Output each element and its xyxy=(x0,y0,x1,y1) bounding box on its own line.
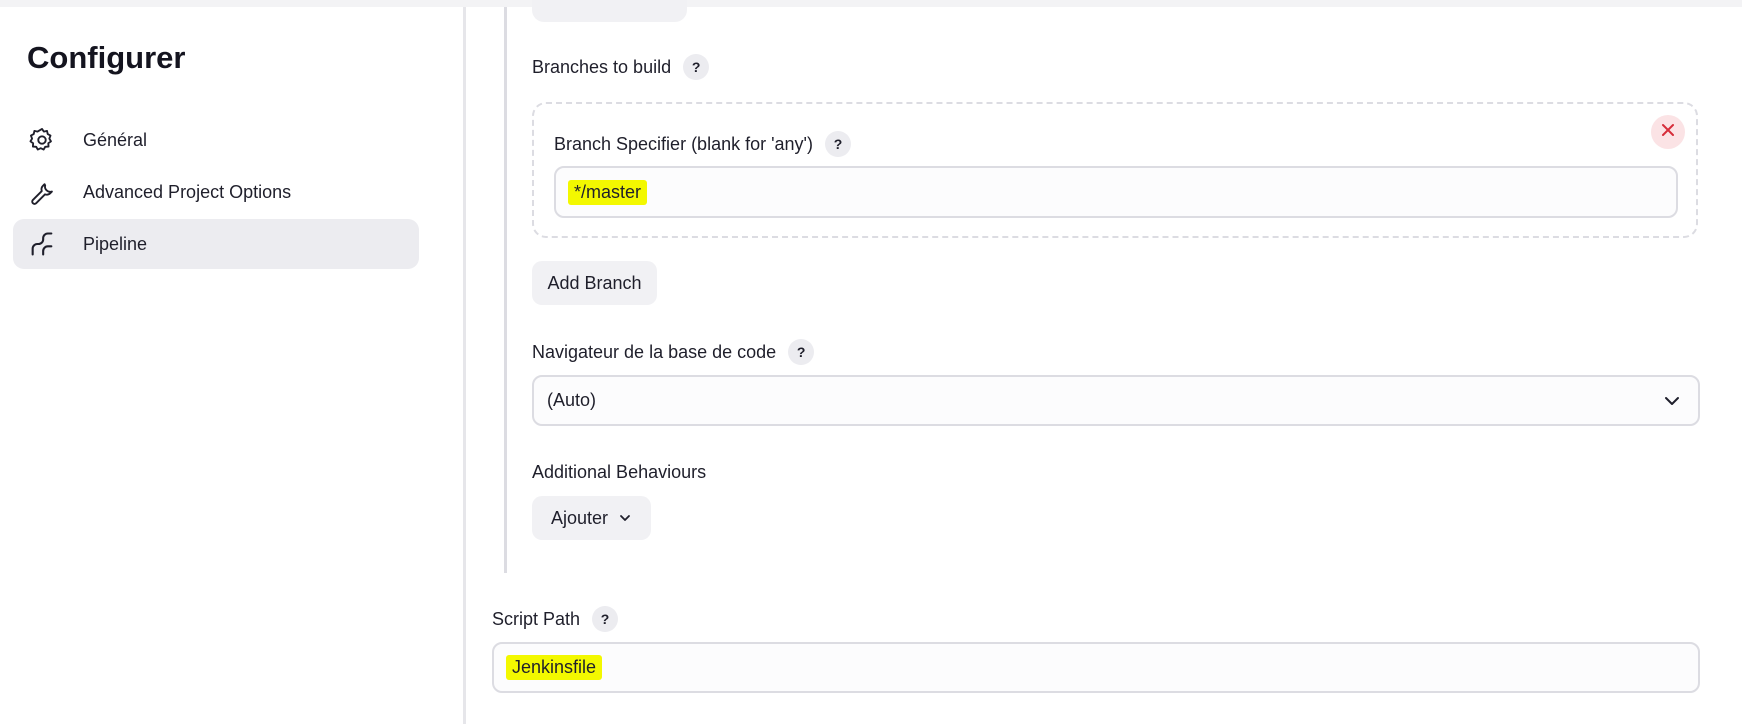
script-path-label: Script Path ? xyxy=(492,606,619,632)
add-behaviour-label: Ajouter xyxy=(550,507,609,528)
gear-icon xyxy=(27,125,57,155)
repository-browser-label: Navigateur de la base de code ? xyxy=(532,339,815,365)
branch-specifier-help-button[interactable]: ? xyxy=(825,131,851,157)
branch-specifier-label: Branch Specifier (blank for 'any') ? xyxy=(554,131,851,157)
branches-to-build-label: Branches to build ? xyxy=(532,54,710,80)
top-strip xyxy=(0,0,1742,7)
script-path-value: Jenkinsfile xyxy=(506,655,603,680)
additional-behaviours-label: Additional Behaviours xyxy=(532,462,706,483)
close-icon xyxy=(1660,122,1676,143)
branch-specifier-value: */master xyxy=(568,179,648,205)
pipeline-icon xyxy=(27,229,57,259)
chevron-down-icon xyxy=(618,511,632,525)
script-path-help-button[interactable]: ? xyxy=(592,606,619,632)
repository-browser-text: Navigateur de la base de code xyxy=(532,341,777,362)
repository-browser-selected: (Auto) xyxy=(547,390,597,410)
branches-to-build-text: Branches to build xyxy=(532,56,672,77)
chevron-down-icon xyxy=(1662,391,1682,416)
additional-behaviours-text: Additional Behaviours xyxy=(532,462,707,482)
sidebar-item-pipeline[interactable]: Pipeline xyxy=(13,219,419,269)
sidebar-title: Configurer xyxy=(27,40,186,75)
add-behaviour-button[interactable]: Ajouter xyxy=(532,496,651,540)
wrench-icon xyxy=(27,177,57,207)
remove-branch-button[interactable] xyxy=(1651,115,1685,149)
repository-browser-help-button[interactable]: ? xyxy=(788,339,815,365)
repository-button-partial[interactable] xyxy=(532,0,687,22)
add-branch-button[interactable]: Add Branch xyxy=(532,261,657,305)
branch-specifier-input[interactable]: */master xyxy=(554,166,1678,218)
sidebar-item-advanced-project-options[interactable]: Advanced Project Options xyxy=(13,167,419,217)
sidebar-item-label: Advanced Project Options xyxy=(83,181,292,202)
branch-specifier-text: Branch Specifier (blank for 'any') xyxy=(554,133,813,154)
scm-section-rail xyxy=(504,7,507,573)
sidebar-item-label: Pipeline xyxy=(83,233,148,254)
sidebar-item-general[interactable]: Général xyxy=(13,115,419,165)
branches-help-button[interactable]: ? xyxy=(683,54,710,80)
repository-browser-select[interactable]: (Auto) xyxy=(532,375,1700,426)
script-path-text: Script Path xyxy=(492,608,581,629)
sidebar-item-label: Général xyxy=(83,129,148,150)
sidebar-divider xyxy=(463,7,466,724)
script-path-input[interactable]: Jenkinsfile xyxy=(492,642,1700,693)
